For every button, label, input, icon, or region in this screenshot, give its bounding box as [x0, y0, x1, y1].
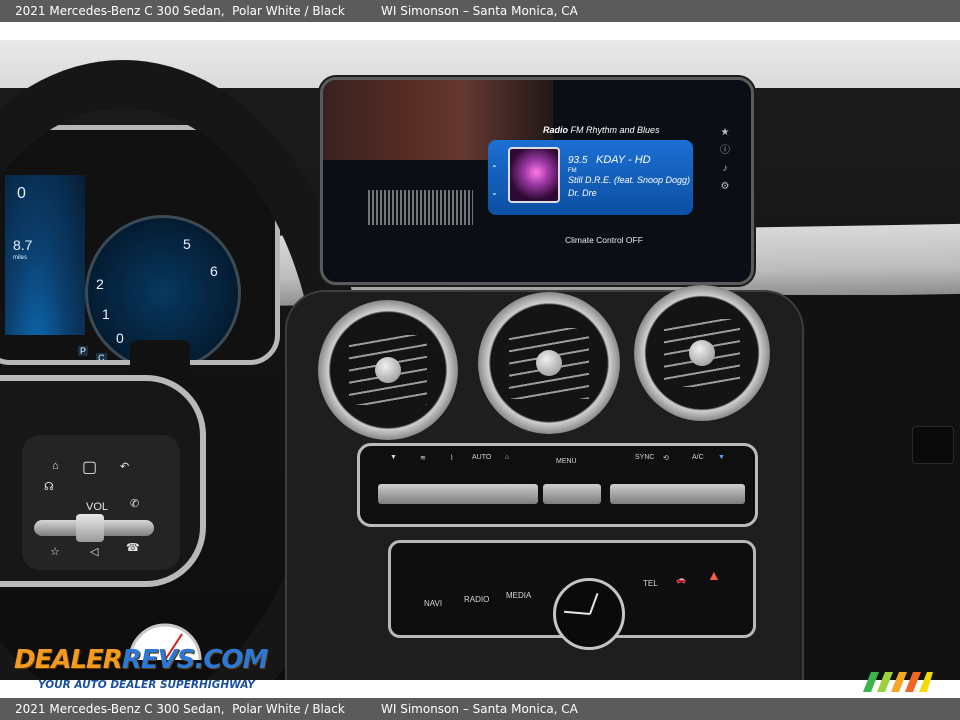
chevron-up-icon[interactable]: ⌃	[491, 157, 498, 181]
temp-down-icon[interactable]: ▼	[718, 454, 725, 461]
info-icon[interactable]: ⓘ	[717, 142, 733, 160]
air-vent-center[interactable]	[478, 292, 620, 434]
menu-button[interactable]: MENU	[556, 458, 577, 465]
logo-word-left: DEALER	[14, 645, 123, 675]
dealerrevs-wordmark: DEALERREVS.COM	[14, 645, 269, 675]
navi-button[interactable]: NAVI	[424, 599, 442, 608]
dealer-caption: WI Simonson – Santa Monica, CA	[381, 4, 578, 18]
mute-icon[interactable]: ◁	[90, 545, 98, 558]
media-button[interactable]: MEDIA	[506, 591, 531, 600]
station-frequency: 93.5	[568, 155, 588, 166]
end-call-icon[interactable]: ☎	[126, 541, 140, 554]
steering-control-pad: ⌂ ▢ ↶ ☊ VOL ✆ ☆ ◁ ☎	[22, 435, 180, 570]
color-stripes-logo	[863, 672, 933, 692]
logo-word-right: REVS.COM	[121, 645, 269, 675]
volume-touch-knob[interactable]	[76, 514, 104, 542]
clock-hour-hand	[589, 592, 599, 615]
right-temperature-keys[interactable]	[610, 484, 745, 504]
vol-label: VOL	[86, 501, 109, 513]
side-menu-icons: ★ ⓘ ♪ ⚙	[717, 124, 733, 239]
trim-color: Polar White / Black	[232, 4, 345, 18]
back-icon[interactable]: ↶	[120, 460, 129, 473]
fan-down-icon[interactable]: ▼	[390, 454, 397, 461]
radio-band-label: FM Rhythm and Blues	[570, 125, 660, 135]
settings-icon[interactable]: ⚙	[717, 178, 733, 196]
max-defrost-icon[interactable]: ⌂	[505, 454, 509, 461]
home-icon[interactable]: ⌂	[52, 460, 59, 472]
hazard-icon[interactable]: ▲	[707, 567, 721, 583]
phone-icon[interactable]: ✆	[130, 497, 139, 510]
logo-tagline: YOUR AUTO DEALER SUPERHIGHWAY	[38, 679, 255, 691]
recirculation-icon[interactable]: ⟲	[663, 454, 669, 462]
star-icon[interactable]: ☆	[50, 545, 60, 558]
song-title: Still D.R.E. (feat. Snoop Dogg)	[568, 175, 691, 185]
menu-key[interactable]	[543, 484, 601, 504]
climate-control-panel: ▼ ≋ ⌇ AUTO ⌂ MENU SYNC ⟲ A/C ▼	[357, 443, 758, 527]
vehicle-title: 2021 Mercedes-Benz C 300 Sedan,	[15, 4, 225, 18]
airflow-icon[interactable]: ≋	[420, 454, 426, 462]
caption-bar-top: 2021 Mercedes-Benz C 300 Sedan, Polar Wh…	[0, 0, 960, 22]
caption-bar-bottom: 2021 Mercedes-Benz C 300 Sedan, Polar Wh…	[0, 698, 960, 720]
artist-name: Dr. Dre	[568, 188, 597, 198]
dealer-caption: WI Simonson – Santa Monica, CA	[381, 702, 578, 716]
now-playing-card[interactable]: 93.5 FM KDAY - HD Still D.R.E. (feat. Sn…	[488, 140, 693, 215]
left-temperature-keys[interactable]	[378, 484, 538, 504]
clock-minute-hand	[564, 610, 591, 615]
star-icon[interactable]: ★	[717, 124, 733, 142]
sync-button[interactable]: SYNC	[635, 454, 654, 461]
vent-knob[interactable]	[689, 340, 715, 366]
album-art	[508, 147, 560, 203]
station-arrows[interactable]: ⌃ ⌄	[491, 157, 498, 205]
defrost-icon[interactable]: ⌇	[450, 454, 453, 462]
music-note-icon[interactable]: ♪	[717, 160, 733, 178]
infotainment-screen: Radio FM Rhythm and Blues 93.5 FM KDAY -…	[320, 77, 754, 285]
climate-status: Climate Control OFF	[565, 235, 643, 245]
radio-header: Radio FM Rhythm and Blues	[543, 125, 660, 135]
vehicle-title: 2021 Mercedes-Benz C 300 Sedan,	[15, 702, 225, 716]
car-icon[interactable]: 🚗	[676, 575, 686, 584]
ac-button[interactable]: A/C	[692, 454, 704, 461]
air-vent-left[interactable]	[318, 300, 458, 440]
trim-color: Polar White / Black	[232, 702, 345, 716]
equalizer-visual	[368, 190, 473, 225]
radio-source-label: Radio	[543, 125, 569, 135]
voice-icon[interactable]: ☊	[44, 480, 54, 493]
analog-clock	[553, 578, 625, 650]
vent-knob[interactable]	[536, 350, 562, 376]
radio-button[interactable]: RADIO	[464, 595, 489, 604]
vent-knob[interactable]	[375, 357, 401, 383]
dashboard-photo: 0 8.7 miles 5 6 2 1 0 P C ⌂ ▢ ↶ ☊ VOL ✆ …	[0, 40, 960, 680]
glovebox-button	[912, 426, 954, 464]
volume-slider[interactable]	[34, 514, 154, 542]
vehicle-caption: 2021 Mercedes-Benz C 300 Sedan, Polar Wh…	[15, 698, 345, 720]
chevron-down-icon[interactable]: ⌄	[491, 181, 498, 205]
air-vent-right[interactable]	[634, 285, 770, 421]
tel-button[interactable]: TEL	[643, 579, 658, 588]
media-control-panel: NAVI RADIO MEDIA TEL 🚗 ▲	[388, 540, 756, 650]
station-band: FM	[568, 168, 577, 174]
station-name: KDAY - HD	[596, 154, 651, 166]
vehicle-caption: 2021 Mercedes-Benz C 300 Sedan, Polar Wh…	[15, 0, 345, 22]
touch-control-button[interactable]: ▢	[82, 457, 97, 477]
climate-auto-button[interactable]: AUTO	[472, 454, 491, 461]
